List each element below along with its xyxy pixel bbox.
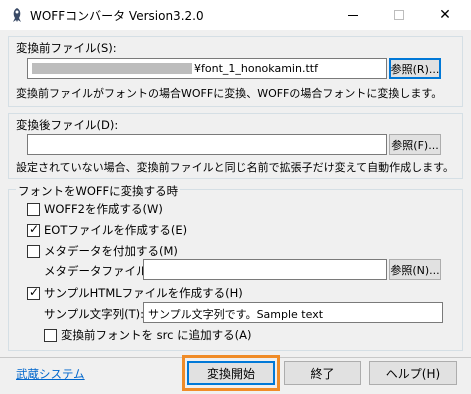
minimize-icon	[348, 14, 358, 16]
metadata-file-input[interactable]	[143, 259, 387, 280]
help-button[interactable]: ヘルプ(H)	[369, 361, 457, 385]
add-src-checkbox[interactable]: 変換前フォントを src に追加する(A)	[44, 327, 251, 343]
eot-checkbox[interactable]: ✓ EOTファイルを作成する(E)	[27, 222, 187, 238]
redacted-path	[32, 63, 192, 74]
source-browse-button[interactable]: 参照(R)...	[389, 58, 441, 79]
woff2-checkbox[interactable]: WOFF2を作成する(W)	[27, 201, 163, 217]
eot-checkbox-box: ✓	[27, 221, 40, 237]
start-conversion-button[interactable]: 変換開始	[187, 361, 275, 385]
source-hint: 変換前ファイルがフォントの場合WOFFに変換、WOFFの場合フォントに変換します…	[16, 87, 443, 100]
window-title: WOFFコンバータ Version3.2.0	[30, 9, 204, 23]
metadata-browse-button[interactable]: 参照(N)...	[389, 259, 441, 280]
source-file-label: 変換前ファイル(S):	[16, 41, 117, 55]
maximize-button[interactable]	[376, 0, 422, 30]
dest-file-input[interactable]	[27, 134, 387, 155]
sample-html-checkbox[interactable]: ✓ サンプルHTMLファイルを作成する(H)	[27, 285, 243, 301]
add-src-checkbox-box	[44, 328, 57, 342]
sample-html-checkbox-box: ✓	[27, 284, 40, 300]
close-icon: ✕	[439, 7, 451, 23]
woff2-checkbox-label: WOFF2を作成する(W)	[44, 202, 163, 216]
metadata-checkbox[interactable]: メタデータを付加する(M)	[27, 243, 178, 259]
sample-text-label: サンプル文字列(T):	[44, 307, 145, 321]
eot-checkbox-label: EOTファイルを作成する(E)	[44, 223, 188, 237]
app-icon	[8, 6, 26, 24]
dest-browse-button[interactable]: 参照(F)...	[389, 134, 441, 155]
source-file-value: ¥font_1_honokamin.ttf	[194, 62, 318, 75]
musashi-system-link[interactable]: 武蔵システム	[16, 366, 85, 382]
add-src-checkbox-label: 変換前フォントを src に追加する(A)	[61, 328, 252, 342]
title-bar: WOFFコンバータ Version3.2.0 ✕	[0, 0, 471, 30]
dest-file-label: 変換後ファイル(D):	[16, 118, 119, 132]
woff2-checkbox-box	[27, 202, 40, 216]
options-group-label: フォントをWOFFに変換する時	[16, 183, 181, 199]
source-file-input[interactable]: ¥font_1_honokamin.ttf	[27, 58, 387, 79]
check-icon: ✓	[29, 284, 40, 299]
check-icon: ✓	[29, 221, 40, 236]
maximize-icon	[394, 10, 404, 20]
minimize-button[interactable]	[330, 0, 376, 30]
metadata-checkbox-box	[27, 244, 40, 258]
exit-button[interactable]: 終了	[284, 361, 361, 385]
dest-hint: 設定されていない場合、変換前ファイルと同じ名前で拡張子だけ変えて自動作成します。	[16, 161, 455, 174]
sample-text-input[interactable]: サンプル文字列です。Sample text	[143, 302, 443, 323]
close-button[interactable]: ✕	[422, 0, 468, 30]
sample-html-checkbox-label: サンプルHTMLファイルを作成する(H)	[44, 286, 243, 300]
metadata-checkbox-label: メタデータを付加する(M)	[44, 244, 178, 258]
